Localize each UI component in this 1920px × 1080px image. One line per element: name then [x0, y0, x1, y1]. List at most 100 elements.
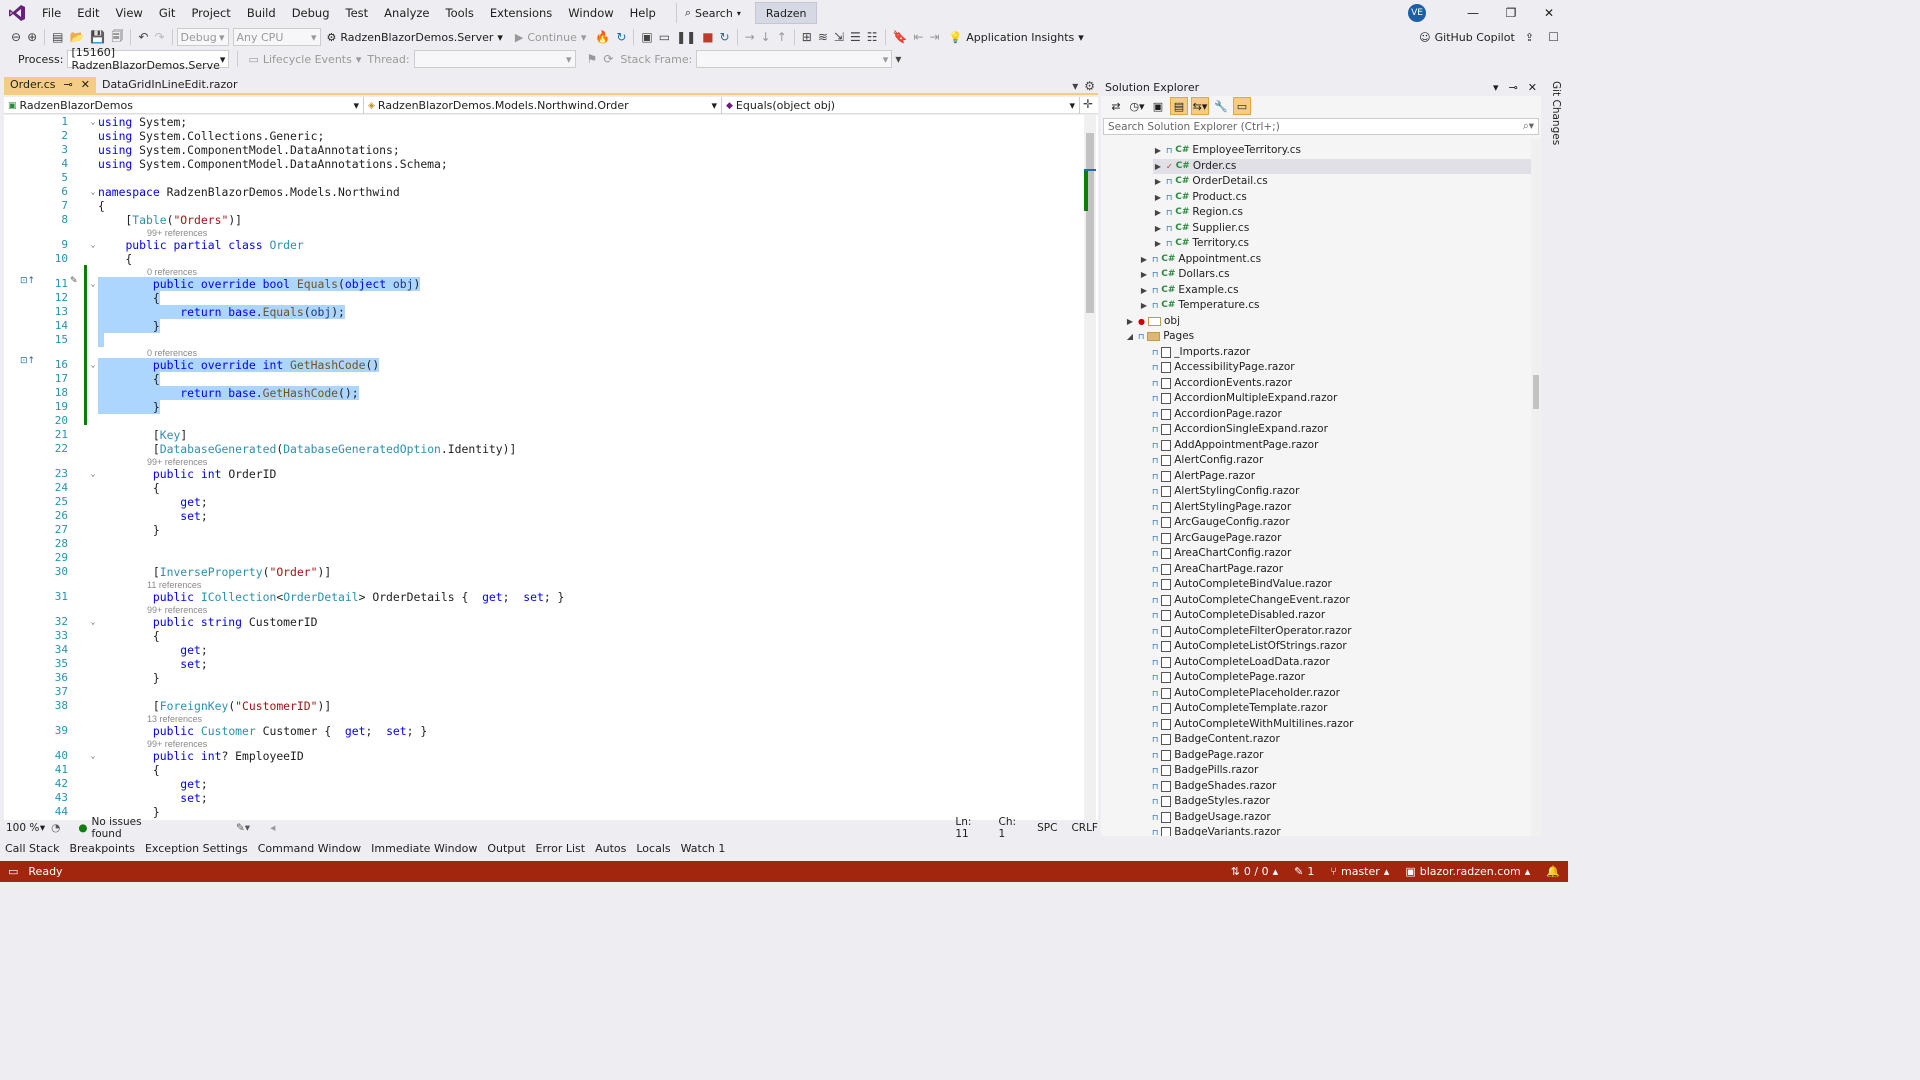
expand-chevron-icon[interactable]: ◢	[1125, 329, 1135, 344]
menu-debug[interactable]: Debug	[284, 0, 338, 26]
tree-item[interactable]: ⊓ AccordionEvents.razor	[1139, 376, 1292, 391]
codelens-references[interactable]: 0 references	[147, 348, 197, 358]
stop-icon[interactable]: ■	[699, 30, 716, 44]
close-icon[interactable]: ✕	[1528, 81, 1537, 94]
tree-item[interactable]: ⊓ AutoCompletePage.razor	[1139, 670, 1305, 685]
restore-icon[interactable]: ❐	[1492, 6, 1530, 20]
expand-chevron-icon[interactable]: ▶	[1139, 298, 1149, 313]
save-icon[interactable]: 💾	[87, 30, 108, 44]
line-number-status[interactable]: Ln: 11	[955, 816, 984, 840]
member-dropdown[interactable]: ◆ Equals(object obj) ▾	[722, 97, 1080, 114]
tree-item[interactable]: ▶ ⊓ C# OrderDetail.cs	[1153, 174, 1268, 189]
menu-window[interactable]: Window	[560, 0, 621, 26]
tree-item[interactable]: ⊓ AccordionPage.razor	[1139, 407, 1282, 422]
tree-item[interactable]: ⊓ _Imports.razor	[1139, 345, 1250, 360]
tree-item[interactable]: ⊓ AreaChartConfig.razor	[1139, 546, 1291, 561]
char-status[interactable]: Ch: 1	[999, 816, 1024, 840]
line-ending-status[interactable]: CRLF	[1071, 822, 1098, 834]
fold-toggle-icon[interactable]: ⌄	[88, 238, 98, 252]
process-dropdown[interactable]: [15160] RadzenBlazorDemos.Serve ▾	[67, 46, 230, 72]
thread-dropdown[interactable]: ▾	[413, 50, 576, 68]
expand-chevron-icon[interactable]: ▶	[1125, 314, 1135, 329]
pin-icon[interactable]: ⊸	[64, 77, 73, 93]
git-sync-status[interactable]: ⇅ 0 / 0 ▴	[1223, 865, 1286, 878]
tree-item[interactable]: ⊓ AreaChartPage.razor	[1139, 562, 1283, 577]
tree-item[interactable]: ▶ ⊓ C# Product.cs	[1153, 190, 1247, 205]
browser-link-icon[interactable]: ▣	[638, 30, 655, 44]
tree-item[interactable]: ⊓ AutoCompleteBindValue.razor	[1139, 577, 1332, 592]
tree-item[interactable]: ⊓ AlertConfig.razor	[1139, 453, 1263, 468]
menu-extensions[interactable]: Extensions	[482, 0, 560, 26]
fold-toggle-icon[interactable]: ⌄	[88, 467, 98, 481]
tree-item[interactable]: ⊓ AutoCompleteLoadData.razor	[1139, 655, 1330, 670]
tree-scrollbar[interactable]	[1531, 139, 1541, 836]
feedback-icon[interactable]: ☐	[1545, 30, 1562, 44]
fold-toggle-icon[interactable]: ⌄	[88, 185, 98, 199]
tree-item[interactable]: ⊓ BadgeUsage.razor	[1139, 810, 1271, 825]
tab-order-cs[interactable]: Order.cs ⊸ ✕	[4, 77, 96, 93]
preview-selected-icon[interactable]: ▭	[1233, 97, 1251, 115]
comment-icon[interactable]: ☰	[847, 30, 864, 44]
save-all-icon[interactable]: 🗐	[108, 27, 126, 48]
repository-selector[interactable]: ▣ blazor.radzen.com ▴	[1397, 865, 1538, 878]
tab-dropdown-icon[interactable]: ▾	[1069, 79, 1081, 93]
codelens-references[interactable]: 99+ references	[147, 739, 207, 749]
application-insights-button[interactable]: 💡 Application Insights ▾	[943, 31, 1090, 44]
filter-threads-icon[interactable]: ⟳	[600, 52, 616, 66]
code-editor[interactable]: ⊡↑ ⊡↑ ✎ 1 using System; ⌄ 2 using System.Col…	[4, 115, 1098, 820]
expand-chevron-icon[interactable]: ▶	[1139, 267, 1149, 282]
tree-item[interactable]: ⊓ BadgeVariants.razor	[1139, 825, 1281, 836]
window-layout-icon[interactable]: ▭	[656, 30, 673, 44]
fold-toggle-icon[interactable]: ⌄	[88, 115, 98, 129]
tree-item[interactable]: ⊓ BadgeStyles.razor	[1139, 794, 1270, 809]
toolbar-options-icon[interactable]: ▾	[892, 52, 904, 66]
tree-item[interactable]: ⊓ ArcGaugePage.razor	[1139, 531, 1281, 546]
expand-chevron-icon[interactable]: ▶	[1153, 174, 1163, 189]
fold-toggle-icon[interactable]: ⌄	[88, 277, 98, 291]
tree-item[interactable]: ▶ ⊓ C# Example.cs	[1139, 283, 1239, 298]
menu-git[interactable]: Git	[151, 0, 184, 26]
bookmark-icon[interactable]: 🔖	[890, 30, 911, 44]
tree-item[interactable]: ▶ ⊓ C# Dollars.cs	[1139, 267, 1230, 282]
tool-tab-locals[interactable]: Locals	[631, 842, 675, 855]
expand-chevron-icon[interactable]: ▶	[1153, 221, 1163, 236]
cursor-icon[interactable]: ⇲	[831, 30, 847, 44]
prev-bookmark-icon[interactable]: ⇤	[910, 30, 926, 44]
tree-item[interactable]: ▶ ⊓ C# Territory.cs	[1153, 236, 1249, 251]
tree-item[interactable]: ▶ ⊓ C# Temperature.cs	[1139, 298, 1260, 313]
tool-tab-exception-settings[interactable]: Exception Settings	[140, 842, 253, 855]
pin-icon[interactable]: ⊸	[1509, 81, 1518, 94]
undo-icon[interactable]: ↶	[135, 30, 151, 44]
stack-frame-dropdown[interactable]: ▾	[696, 50, 893, 68]
tree-item[interactable]: ⊓ AlertStylingPage.razor	[1139, 500, 1291, 515]
issues-status[interactable]: No issues found	[92, 816, 166, 840]
tree-item[interactable]: ⊓ BadgeContent.razor	[1139, 732, 1280, 747]
new-project-icon[interactable]: ▤	[49, 30, 66, 44]
menu-test[interactable]: Test	[338, 0, 377, 26]
close-icon[interactable]: ✕	[81, 77, 90, 93]
radzen-button[interactable]: Radzen	[754, 2, 818, 24]
refresh-icon[interactable]: ↻	[613, 30, 629, 44]
notifications-icon[interactable]: 🔔	[1538, 865, 1568, 878]
tool-tab-command-window[interactable]: Command Window	[253, 842, 366, 855]
pause-icon[interactable]: ❚❚	[673, 30, 699, 44]
tree-item[interactable]: ◢ ⊓ Pages	[1125, 329, 1194, 344]
threads-icon[interactable]: ≋	[815, 30, 831, 44]
tree-item[interactable]: ⊓ AutoCompleteDisabled.razor	[1139, 608, 1325, 623]
tool-tab-breakpoints[interactable]: Breakpoints	[64, 842, 140, 855]
tree-item[interactable]: ⊓ AccessibilityPage.razor	[1139, 360, 1295, 375]
brush-icon[interactable]: ✎▾	[236, 822, 250, 834]
expand-chevron-icon[interactable]: ▶	[1153, 159, 1163, 174]
menu-help[interactable]: Help	[622, 0, 664, 26]
step-into-icon[interactable]: ↓	[758, 30, 774, 44]
tree-item[interactable]: ⊓ AutoCompletePlaceholder.razor	[1139, 686, 1340, 701]
tree-item[interactable]: ⊓ AutoCompleteTemplate.razor	[1139, 701, 1327, 716]
menu-analyze[interactable]: Analyze	[376, 0, 437, 26]
fold-toggle-icon[interactable]: ⌄	[88, 749, 98, 763]
show-all-files-icon[interactable]: ▤	[1170, 97, 1188, 115]
menu-build[interactable]: Build	[239, 0, 284, 26]
zoom-dropdown-icon[interactable]: ▾	[40, 822, 45, 834]
tree-item[interactable]: ▶ ✓ C# Order.cs	[1153, 158, 1531, 174]
tree-item[interactable]: ▶ ⊓ C# Supplier.cs	[1153, 221, 1249, 236]
flag-icon[interactable]: ⚑	[584, 52, 601, 66]
